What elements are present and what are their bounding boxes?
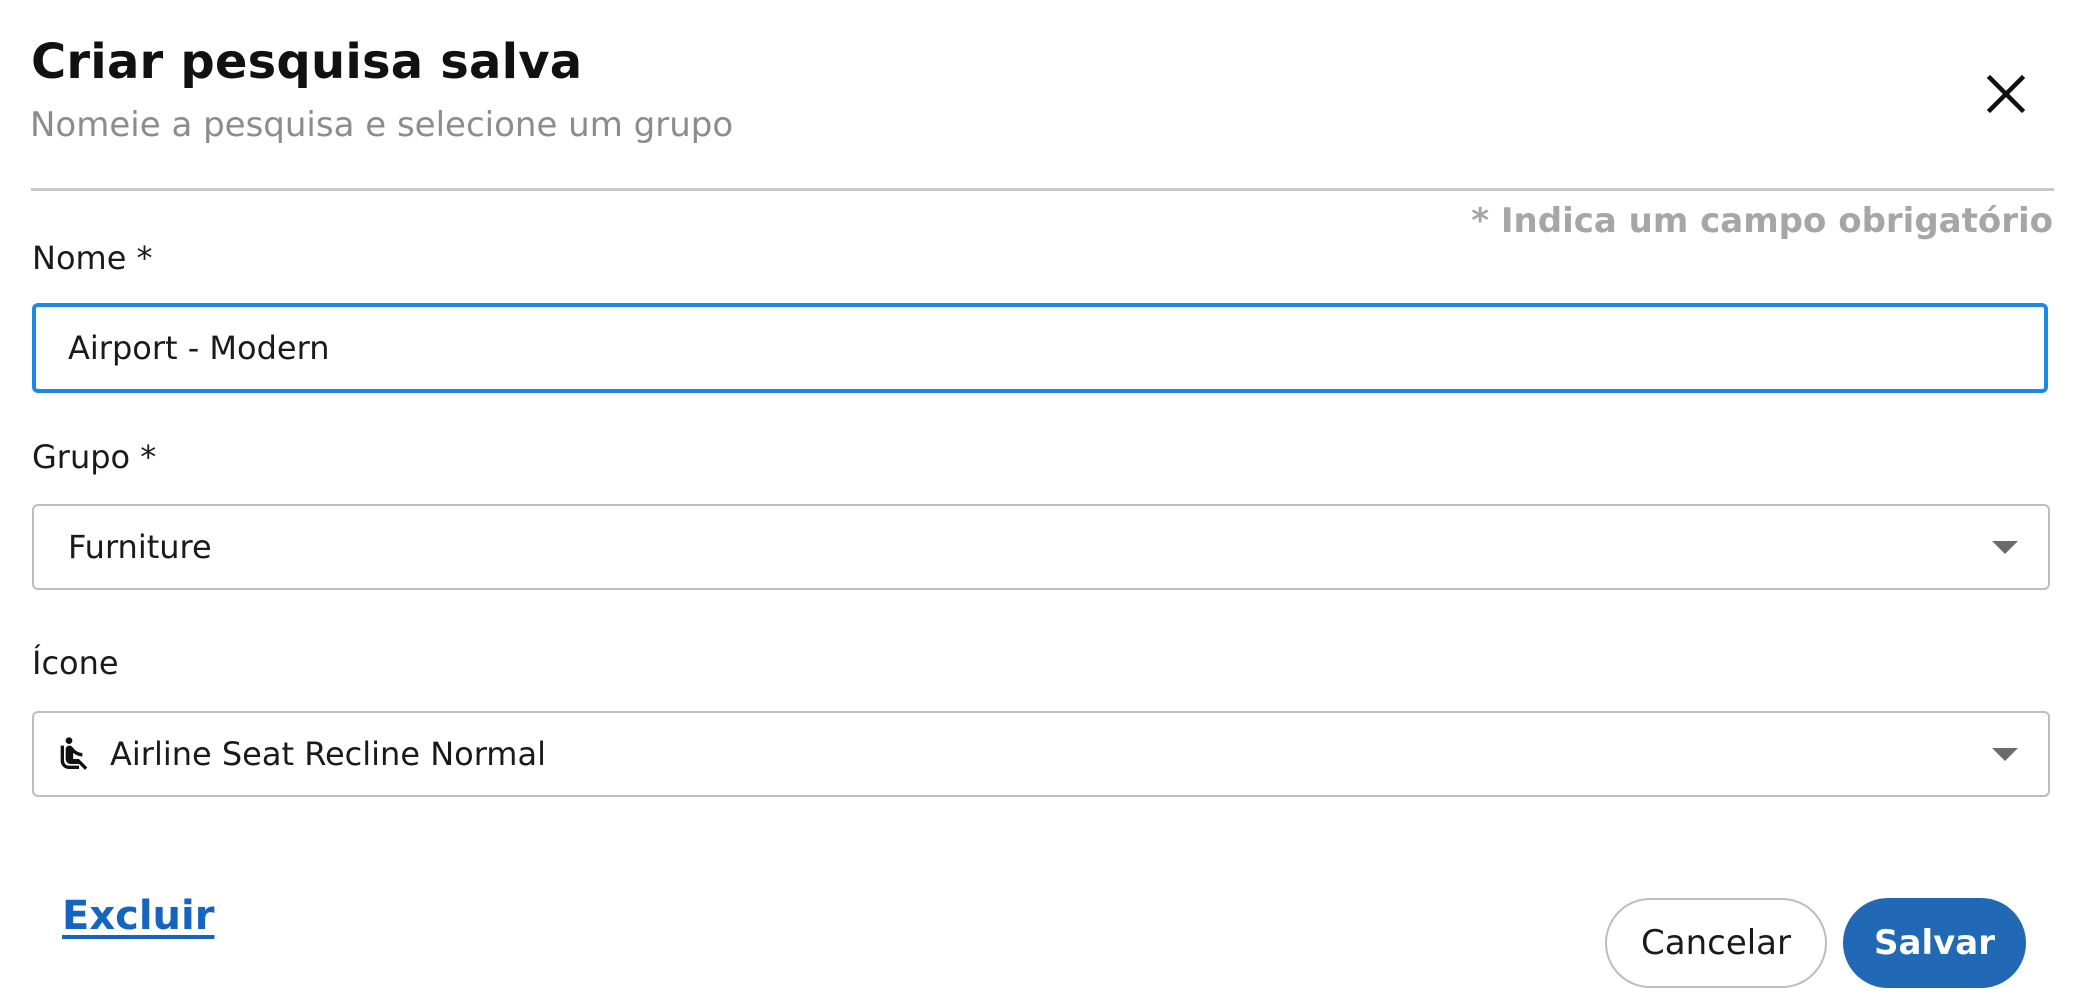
name-field bbox=[32, 303, 2048, 393]
required-field-note: * Indica um campo obrigatório bbox=[1471, 201, 2053, 241]
dialog-title: Criar pesquisa salva bbox=[31, 34, 583, 90]
delete-link[interactable]: Excluir bbox=[62, 893, 214, 939]
icon-selected-value: Airline Seat Recline Normal bbox=[110, 735, 546, 773]
chevron-down-icon bbox=[1992, 748, 2018, 761]
icon-select[interactable]: Airline Seat Recline Normal bbox=[32, 711, 2050, 797]
save-button[interactable]: Salvar bbox=[1843, 898, 2026, 988]
group-select[interactable]: Furniture bbox=[32, 504, 2050, 590]
dialog-subtitle: Nomeie a pesquisa e selecione um grupo bbox=[30, 105, 734, 145]
close-icon bbox=[1986, 74, 2026, 114]
group-label: Grupo * bbox=[32, 438, 157, 476]
chevron-down-icon bbox=[1992, 541, 2018, 554]
name-input[interactable] bbox=[36, 307, 2044, 389]
airline-seat-recline-normal-icon bbox=[54, 734, 94, 774]
create-saved-search-dialog: Criar pesquisa salva Nomeie a pesquisa e… bbox=[0, 0, 2083, 1005]
icon-label: Ícone bbox=[32, 644, 119, 682]
name-label: Nome * bbox=[32, 239, 153, 277]
header-divider bbox=[31, 188, 2054, 191]
cancel-button[interactable]: Cancelar bbox=[1605, 898, 1827, 988]
group-selected-value: Furniture bbox=[68, 528, 212, 566]
close-button[interactable] bbox=[1980, 68, 2032, 120]
